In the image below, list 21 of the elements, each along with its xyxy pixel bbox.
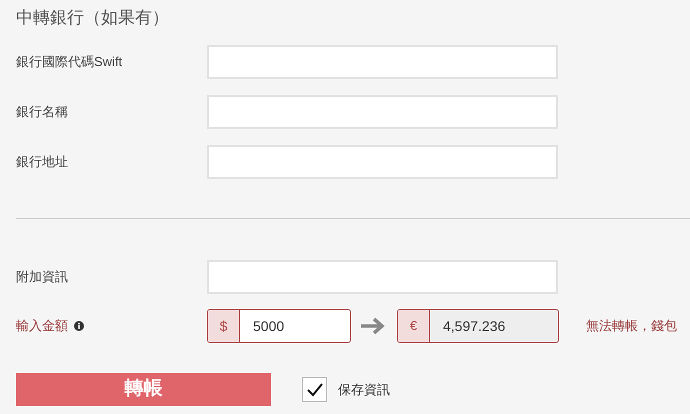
field-label: 銀行國際代碼Swift (16, 53, 124, 72)
field-label: 銀行名稱 (16, 103, 69, 122)
check-icon (306, 382, 324, 398)
info-icon (74, 321, 84, 331)
input-field[interactable] (207, 145, 558, 179)
arrow-icon (360, 317, 386, 335)
input-field[interactable] (207, 260, 558, 294)
currency-label: € (398, 310, 430, 342)
checkbox-label: 保存資訊 (338, 380, 390, 399)
field-label: 銀行地址 (16, 153, 69, 172)
error-message: 無法轉帳，錢包 (586, 317, 677, 336)
section-title: 中轉銀行（如果有） (16, 7, 169, 28)
input-field[interactable] (207, 95, 558, 129)
amount-value: 4,597.236 (442, 316, 506, 336)
amount-value: 5000 (252, 316, 284, 336)
input-field[interactable] (207, 45, 558, 79)
amount-field[interactable]: $ 5000 (207, 309, 351, 343)
field-label: 輸入金額 (16, 317, 68, 336)
checkbox[interactable] (302, 377, 327, 402)
field-label: 附加資訊 (16, 268, 69, 286)
currency-label: $ (208, 310, 240, 342)
